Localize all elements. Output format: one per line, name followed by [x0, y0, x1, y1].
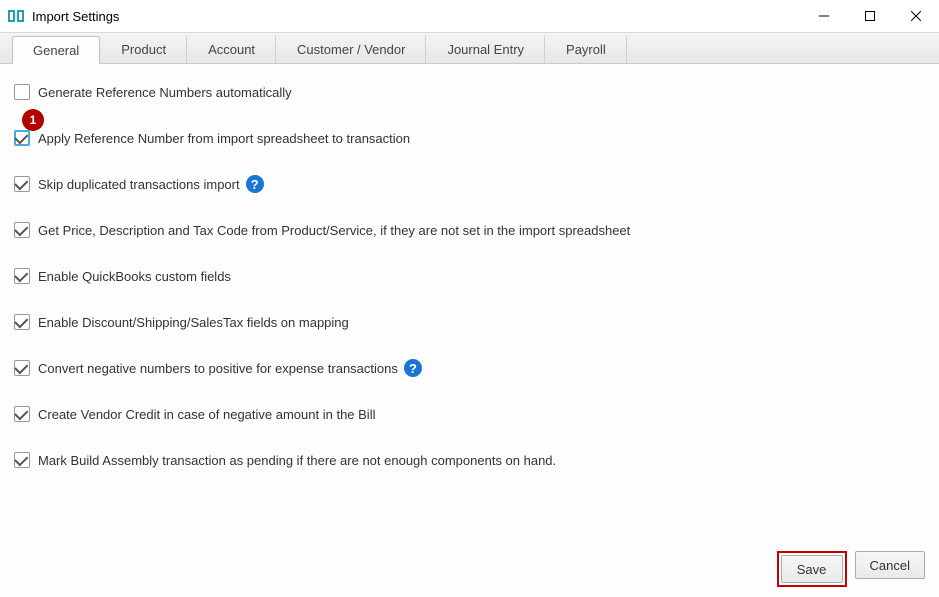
- tab-label: Payroll: [566, 42, 606, 57]
- option-generate-ref: Generate Reference Numbers automatically: [14, 80, 925, 104]
- help-icon[interactable]: ?: [404, 359, 422, 377]
- checkbox-vendor-credit[interactable]: [14, 406, 30, 422]
- tab-customer-vendor[interactable]: Customer / Vendor: [276, 35, 426, 63]
- checkbox-discount-shipping[interactable]: [14, 314, 30, 330]
- tab-label: Product: [121, 42, 166, 57]
- option-label: Get Price, Description and Tax Code from…: [38, 223, 630, 238]
- option-build-assembly: Mark Build Assembly transaction as pendi…: [14, 448, 925, 472]
- option-custom-fields: Enable QuickBooks custom fields: [14, 264, 925, 288]
- button-bar: Save Cancel: [777, 551, 925, 587]
- minimize-icon: [819, 11, 829, 21]
- window: Import Settings General Product Account …: [0, 0, 939, 597]
- option-get-price: Get Price, Description and Tax Code from…: [14, 218, 925, 242]
- option-apply-ref: Apply Reference Number from import sprea…: [14, 126, 925, 150]
- tab-account[interactable]: Account: [187, 35, 276, 63]
- option-label: Apply Reference Number from import sprea…: [38, 131, 410, 146]
- minimize-button[interactable]: [801, 0, 847, 32]
- option-label: Generate Reference Numbers automatically: [38, 85, 292, 100]
- maximize-icon: [865, 11, 875, 21]
- checkbox-custom-fields[interactable]: [14, 268, 30, 284]
- save-highlight: Save: [777, 551, 847, 587]
- window-controls: [801, 0, 939, 32]
- annotation-badge: 1: [22, 109, 44, 131]
- close-button[interactable]: [893, 0, 939, 32]
- tab-product[interactable]: Product: [100, 35, 187, 63]
- option-skip-duplicates: Skip duplicated transactions import ?: [14, 172, 925, 196]
- option-convert-negative: Convert negative numbers to positive for…: [14, 356, 925, 380]
- cancel-button[interactable]: Cancel: [855, 551, 925, 579]
- maximize-button[interactable]: [847, 0, 893, 32]
- window-title: Import Settings: [32, 9, 119, 24]
- option-label: Create Vendor Credit in case of negative…: [38, 407, 375, 422]
- checkbox-generate-ref[interactable]: [14, 84, 30, 100]
- save-button[interactable]: Save: [781, 555, 843, 583]
- tab-label: Journal Entry: [447, 42, 524, 57]
- tab-strip: General Product Account Customer / Vendo…: [0, 32, 939, 64]
- option-label: Enable QuickBooks custom fields: [38, 269, 231, 284]
- option-discount-shipping: Enable Discount/Shipping/SalesTax fields…: [14, 310, 925, 334]
- close-icon: [911, 11, 921, 21]
- option-label: Convert negative numbers to positive for…: [38, 361, 398, 376]
- checkbox-get-price[interactable]: [14, 222, 30, 238]
- titlebar: Import Settings: [0, 0, 939, 32]
- tab-label: Account: [208, 42, 255, 57]
- option-label: Skip duplicated transactions import: [38, 177, 240, 192]
- checkbox-convert-negative[interactable]: [14, 360, 30, 376]
- tab-label: Customer / Vendor: [297, 42, 405, 57]
- help-icon[interactable]: ?: [246, 175, 264, 193]
- option-vendor-credit: Create Vendor Credit in case of negative…: [14, 402, 925, 426]
- checkbox-apply-ref[interactable]: [14, 130, 30, 146]
- option-label: Mark Build Assembly transaction as pendi…: [38, 453, 556, 468]
- content-panel: 1 Generate Reference Numbers automatical…: [0, 64, 939, 597]
- tab-payroll[interactable]: Payroll: [545, 35, 627, 63]
- option-label: Enable Discount/Shipping/SalesTax fields…: [38, 315, 349, 330]
- checkbox-build-assembly[interactable]: [14, 452, 30, 468]
- tab-general[interactable]: General: [12, 36, 100, 64]
- tab-journal-entry[interactable]: Journal Entry: [426, 35, 545, 63]
- checkbox-skip-duplicates[interactable]: [14, 176, 30, 192]
- tab-label: General: [33, 43, 79, 58]
- app-icon: [8, 10, 26, 22]
